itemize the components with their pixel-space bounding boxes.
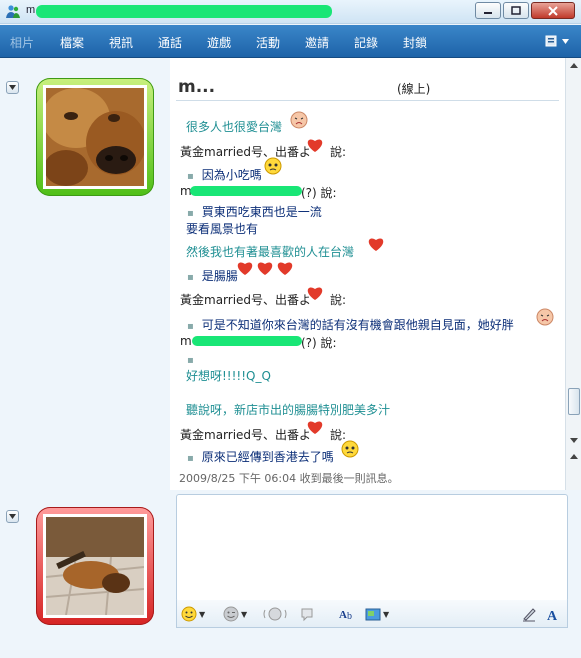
emoticon-icon xyxy=(181,606,197,622)
menu-invite[interactable]: 邀請 xyxy=(305,34,329,51)
scroll-down-icon[interactable] xyxy=(570,436,578,444)
background-button[interactable]: ▼ xyxy=(365,604,389,624)
sender-said: 說: xyxy=(330,293,347,307)
sad-emoticon-icon xyxy=(290,111,308,129)
title-bar: m xyxy=(0,0,581,24)
sender-said: (?) 說: xyxy=(301,336,337,350)
window-title: m xyxy=(26,4,36,16)
wink-icon xyxy=(223,606,239,622)
contact-avatar[interactable] xyxy=(36,78,154,196)
self-avatar[interactable] xyxy=(36,507,154,625)
menu-photos[interactable]: 相片 xyxy=(10,34,34,51)
chevron-down-icon xyxy=(9,514,16,519)
conversation-scrollbar[interactable] xyxy=(565,58,581,490)
sender-line: 黃金married号、出番よ xyxy=(180,145,312,159)
message: 很多人也很愛台灣 xyxy=(186,120,283,134)
minimize-icon xyxy=(484,11,492,14)
menu-games[interactable]: 遊戲 xyxy=(207,34,231,51)
heart-icon xyxy=(277,262,293,275)
sender-line: 黃金married号、出番よ xyxy=(180,428,312,442)
maximize-icon xyxy=(511,6,521,15)
message: 好想呀!!!!!Q_Q xyxy=(186,369,271,383)
menu-block[interactable]: 封鎖 xyxy=(403,34,427,51)
heart-icon xyxy=(237,262,253,275)
handwriting-icon xyxy=(523,608,536,622)
svg-text:A: A xyxy=(547,609,558,622)
chevron-down-icon xyxy=(9,85,16,90)
message: ▪ 買東西吃東西也是一流 xyxy=(187,205,322,219)
sender-redaction xyxy=(190,186,302,196)
text-button[interactable]: A xyxy=(545,604,561,624)
heart-icon xyxy=(307,287,323,300)
thinking-emoticon-icon xyxy=(341,440,359,458)
contact-name: m... xyxy=(178,77,216,97)
voice-clip-icon xyxy=(301,608,313,622)
message: ▪ 可是不知道你來台灣的話有沒有機會跟他親自見面，她好胖 xyxy=(187,318,514,332)
voice-clip-button[interactable] xyxy=(299,604,315,624)
empty-bullet: ▪ xyxy=(187,355,194,366)
font-icon: Ab xyxy=(339,609,352,622)
emoticon-button[interactable]: ▼ xyxy=(181,604,205,624)
sender-line: m xyxy=(180,334,192,348)
heart-icon xyxy=(307,139,323,152)
svg-text:A: A xyxy=(339,609,347,621)
minimize-button[interactable] xyxy=(475,2,501,19)
divider xyxy=(176,100,559,101)
close-button[interactable] xyxy=(531,2,575,19)
options-icon xyxy=(545,35,557,47)
compose-toolbar: ▼ ▼ Ab ▼ A xyxy=(176,600,568,628)
contact-status: (線上) xyxy=(397,82,431,96)
collapse-self-button[interactable] xyxy=(6,510,19,523)
messenger-icon xyxy=(6,5,20,18)
svg-text:b: b xyxy=(347,611,352,622)
self-avatar-image xyxy=(46,517,144,615)
handwriting-button[interactable] xyxy=(521,604,537,624)
sender-said: 說: xyxy=(330,145,347,159)
maximize-button[interactable] xyxy=(503,2,529,19)
message: 要看風景也有 xyxy=(186,222,259,236)
message-input[interactable] xyxy=(176,494,568,602)
scroll-thumb[interactable] xyxy=(568,388,580,415)
menu-activities[interactable]: 活動 xyxy=(256,34,280,51)
chevron-down-icon xyxy=(562,38,569,44)
title-redaction xyxy=(36,5,332,18)
menu-history[interactable]: 記錄 xyxy=(354,34,378,51)
message: ▪ 是腸腸 xyxy=(187,269,238,283)
message: 然後我也有著最喜歡的人在台灣 xyxy=(186,245,355,259)
font-button[interactable]: Ab xyxy=(339,604,357,624)
menu-video[interactable]: 視訊 xyxy=(109,34,133,51)
sad-emoticon-icon xyxy=(536,308,554,326)
sender-redaction xyxy=(192,336,302,346)
message: ▪ 原來已經傳到香港去了嗎 xyxy=(187,450,334,464)
heart-icon xyxy=(307,421,323,434)
collapse-contact-button[interactable] xyxy=(6,81,19,94)
contact-avatar-image xyxy=(46,88,144,186)
scroll-up-icon[interactable] xyxy=(570,453,578,461)
menu-call[interactable]: 通話 xyxy=(158,34,182,51)
last-message-timestamp: 2009/8/25 下午 06:04 收到最後一則訊息。 xyxy=(179,472,399,485)
nudge-icon xyxy=(263,607,287,621)
background-icon xyxy=(365,608,381,621)
scroll-up-icon[interactable] xyxy=(570,62,578,70)
heart-icon xyxy=(368,238,384,251)
message: ▪ 因為小吃嗎 xyxy=(187,168,262,182)
sender-line: 黃金married号、出番よ xyxy=(180,293,312,307)
message: 聽說呀，新店市出的腸腸特別肥美多汁 xyxy=(186,403,391,417)
sender-said: (?) 說: xyxy=(301,186,337,200)
text-icon: A xyxy=(547,609,558,622)
close-icon xyxy=(548,5,558,16)
nudge-button[interactable] xyxy=(263,604,287,624)
menu-file[interactable]: 檔案 xyxy=(60,34,84,51)
thinking-emoticon-icon xyxy=(264,157,282,175)
options-menu-button[interactable] xyxy=(545,34,569,48)
menu-bar: 相片 檔案 視訊 通話 遊戲 活動 邀請 記錄 封鎖 xyxy=(0,25,581,58)
wink-button[interactable]: ▼ xyxy=(223,604,247,624)
heart-icon xyxy=(257,262,273,275)
